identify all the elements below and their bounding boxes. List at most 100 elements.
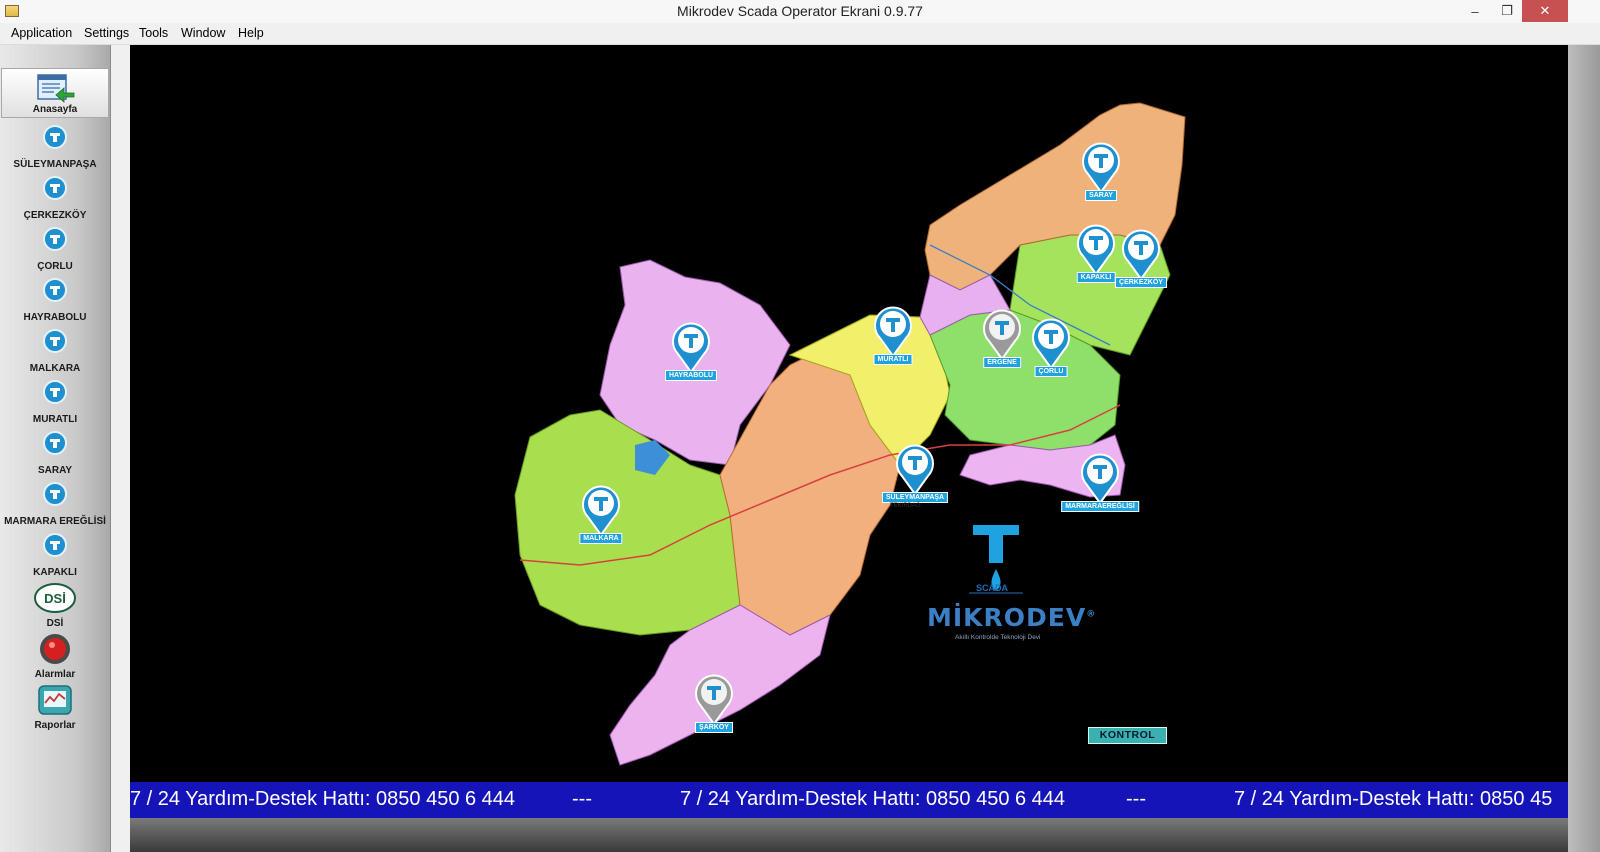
water-tap-pin-icon [896,444,934,496]
tap-marker-icon [43,125,67,149]
sidebar-item-alarms[interactable]: Alarmlar [0,631,110,682]
map-marker-label: SARAY [1085,190,1117,201]
map-marker-suleymanpasa[interactable]: SÜLEYMANPAŞA [881,442,949,512]
tap-marker-icon [43,380,67,404]
map-marker-kapakli[interactable]: KAPAKLI [1073,222,1119,292]
water-tap-pin-icon [1077,224,1115,276]
map-marker-label: HAYRABOLU [664,370,718,381]
sidebar-item-label: HAYRABOLU [23,312,87,323]
close-button[interactable]: ✕ [1522,0,1568,22]
tekirdag-province-map [514,102,1186,766]
water-tap-pin-icon [672,322,710,374]
menu-window[interactable]: Window [181,26,225,40]
ticker-separator: --- [572,788,592,810]
home-page-icon [37,74,75,103]
window-title: Mikrodev Scada Operator Ekrani 0.9.77 [677,3,923,19]
bottom-panel [130,818,1568,852]
map-marker-saray[interactable]: SARAY [1078,140,1124,210]
sidebar-item-marmara-ereglisi[interactable]: MARMARA EREĞLİSİ [0,478,110,529]
map-marker-malkara[interactable]: MALKARA [578,483,624,553]
sidebar-item-kapakli[interactable]: KAPAKLI [0,529,110,580]
water-tap-pin-icon [1032,318,1070,370]
map-marker-corlu[interactable]: ÇORLU [1028,316,1074,386]
tap-marker-icon [43,176,67,200]
tap-marker-icon [43,278,67,302]
right-scroll-strip[interactable] [1568,45,1600,852]
ticker-text: 7 / 24 Yardım-Destek Hattı: 0850 450 6 4… [130,788,516,810]
menu-settings[interactable]: Settings [84,26,129,40]
sidebar-item-reports[interactable]: Raporlar [0,682,110,733]
dsi-logo-icon: DSİ [34,583,76,613]
sidebar-item-cerkezkoy[interactable]: ÇERKEZKÖY [0,172,110,223]
sidebar-item-muratli[interactable]: MURATLI [0,376,110,427]
sidebar-item-label: ÇORLU [37,261,73,272]
menu-bar: Application Settings Tools Window Help [0,23,1600,45]
water-tap-pin-icon [874,306,912,358]
ticker-text: 7 / 24 Yardım-Destek Hattı: 0850 450 6 4… [680,788,1066,810]
map-marker-ergene[interactable]: ERGENE [979,307,1025,377]
sidebar-item-corlu[interactable]: ÇORLU [0,223,110,274]
ticker-separator: --- [1126,788,1146,810]
water-tap-pin-icon [582,485,620,537]
kontrol-button[interactable]: KONTROL [1088,727,1167,744]
map-marker-hayrabolu[interactable]: HAYRABOLU [664,320,718,390]
map-marker-label: ERGENE [983,357,1021,368]
water-tap-pin-icon [1122,229,1160,281]
tap-marker-icon [43,227,67,251]
sidebar-item-label: MALKARA [29,363,81,374]
ticker-text: 7 / 24 Yardım-Destek Hattı: 0850 45 [1234,788,1553,810]
menu-tools[interactable]: Tools [139,26,168,40]
map-marker-marmara-ereglisi[interactable]: MARMARAEREĞLİSİ [1061,451,1139,521]
map-marker-label: SÜLEYMANPAŞA [881,492,949,503]
logo-brand: MİKRODEV [927,603,1087,632]
tap-marker-icon [43,533,67,557]
sidebar: Anasayfa SÜLEYMANPAŞA ÇERKEZKÖY ÇORLU HA… [0,45,111,852]
sidebar-item-malkara[interactable]: MALKARA [0,325,110,376]
map-marker-label: ÇORLU [1034,366,1068,377]
water-tap-pin-icon [983,309,1021,361]
water-tap-pin-icon [1081,453,1119,505]
sidebar-item-label: KAPAKLI [33,567,77,578]
tap-marker-icon [43,329,67,353]
map-marker-label: ÇERKEZKÖY [1115,277,1167,288]
minimize-button[interactable]: – [1462,0,1488,22]
water-tap-pin-icon [1082,142,1120,194]
sidebar-item-label: SÜLEYMANPAŞA [13,159,97,170]
city-label-tekirdag: TEKİRDAĞ [890,503,921,509]
map-marker-sarkoy[interactable]: ŞARKÖY [691,672,737,742]
logo-tagline: Akıllı Kontrolde Teknoloji Devi [955,634,1041,641]
svg-text:DSİ: DSİ [44,591,66,606]
map-marker-muratli[interactable]: MURATLI [870,304,916,374]
map-view: SARAY KAPAKLI ÇERKEZKÖY MURATLI ERGENE Ç… [130,45,1568,818]
sidebar-item-label: SARAY [37,465,73,476]
sidebar-item-label: ÇERKEZKÖY [23,210,87,221]
sidebar-item-label: MARMARA EREĞLİSİ [4,516,106,527]
mikrodev-logo: SCADA MİKRODEV® Akıllı Kontrolde Teknolo… [927,523,1095,663]
sidebar-home-label: Anasayfa [32,104,78,115]
map-marker-label: ŞARKÖY [695,722,733,733]
restore-button[interactable]: ❐ [1494,0,1520,22]
sidebar-item-home[interactable]: Anasayfa [1,68,109,118]
water-tap-pin-icon [695,674,733,726]
menu-application[interactable]: Application [11,26,72,40]
menu-help[interactable]: Help [238,26,264,40]
title-bar: Mikrodev Scada Operator Ekrani 0.9.77 – … [0,0,1600,24]
sidebar-item-saray[interactable]: SARAY [0,427,110,478]
alarm-siren-icon [40,634,70,664]
sidebar-item-label: Alarmlar [34,669,76,680]
map-marker-label: MURATLI [873,354,913,365]
sidebar-item-label: MURATLI [32,414,78,425]
sidebar-item-hayrabolu[interactable]: HAYRABOLU [0,274,110,325]
map-marker-label: MALKARA [579,533,623,544]
sidebar-item-label: DSİ [46,618,64,629]
logo-brand-text: MİKRODEV® [927,603,1096,632]
map-marker-cerkezkoy[interactable]: ÇERKEZKÖY [1115,227,1167,297]
logo-scada-text: SCADA [976,583,1009,593]
map-marker-label: KAPAKLI [1076,272,1116,283]
support-ticker: 7 / 24 Yardım-Destek Hattı: 0850 450 6 4… [130,782,1568,818]
report-chart-icon [38,685,72,715]
sidebar-item-dsi[interactable]: DSİ DSİ [0,580,110,631]
sidebar-item-suleymanpasa[interactable]: SÜLEYMANPAŞA [0,121,110,172]
splitter[interactable] [111,45,130,852]
map-marker-label: MARMARAEREĞLİSİ [1061,501,1139,512]
